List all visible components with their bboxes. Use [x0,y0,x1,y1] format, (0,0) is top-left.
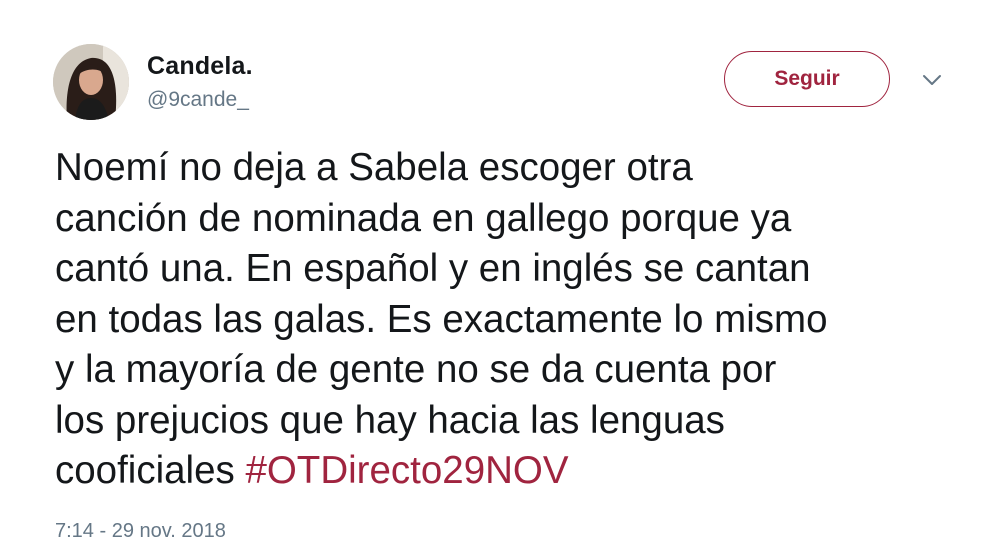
tweet-timestamp[interactable]: 7:14 - 29 nov. 2018 [55,520,226,543]
user-handle[interactable]: @9cande_ [147,88,249,112]
avatar[interactable] [53,44,129,120]
tweet-card: Candela. @9cande_ Seguir Noemí no deja a… [0,0,1000,557]
display-name[interactable]: Candela. [147,52,253,81]
tweet-text: Noemí no deja a Sabela escoger otra canc… [55,143,975,497]
profile-photo-icon [53,44,129,120]
hashtag-link[interactable]: #OTDirecto29NOV [245,449,568,492]
tweet-menu-button[interactable] [919,70,945,90]
chevron-down-icon [923,75,941,85]
follow-button[interactable]: Seguir [724,51,890,107]
tweet-body: Noemí no deja a Sabela escoger otra canc… [55,146,828,492]
